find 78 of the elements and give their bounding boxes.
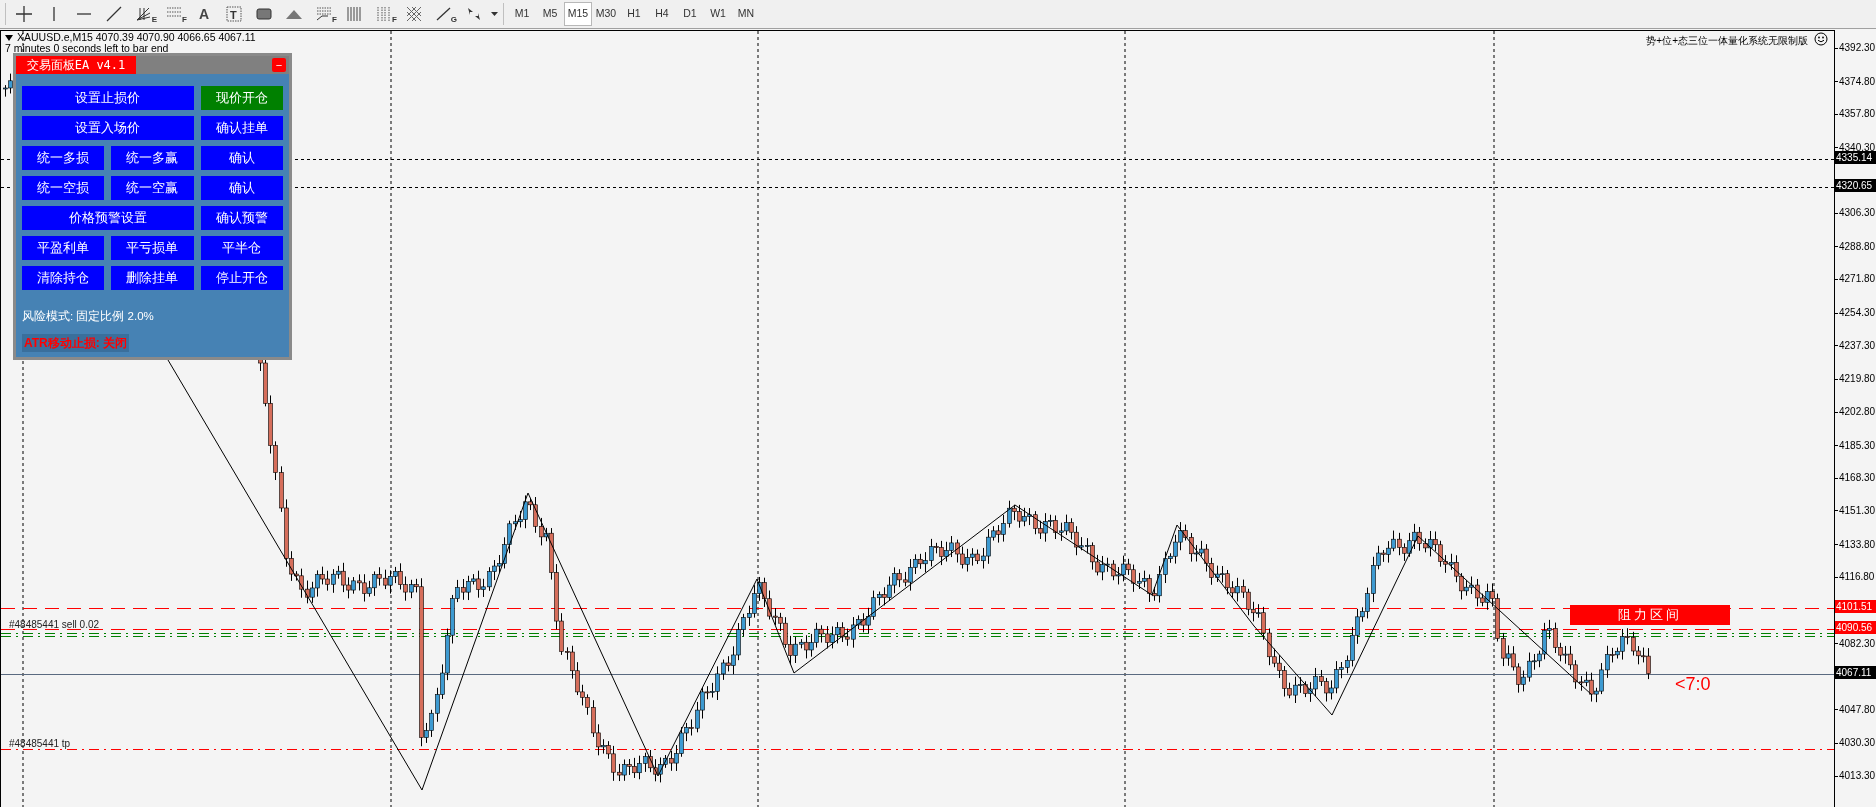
textlabel-icon	[224, 4, 244, 24]
signal-text: <7:0	[1675, 673, 1711, 696]
price-marker: 4335.14	[1835, 151, 1876, 165]
timeframe-button[interactable]: D1	[676, 2, 704, 26]
atr-status-text: ATR移动止损: 关闭	[22, 334, 130, 353]
price-tick-label: 4030.30	[1839, 737, 1876, 750]
price-tick-label: 4151.30	[1839, 504, 1876, 517]
panel-button[interactable]: 统一空损	[22, 176, 105, 200]
cycles-icon	[344, 4, 364, 24]
panel-button[interactable]: 设置入场价	[22, 116, 194, 140]
timeframe-button[interactable]: M15	[564, 2, 592, 26]
text-tool-button[interactable]: A	[189, 1, 219, 27]
price-tick-label: 4306.30	[1839, 207, 1876, 220]
panel-button[interactable]: 价格预警设置	[22, 206, 194, 230]
timeframe-button[interactable]: M1	[508, 2, 536, 26]
panel-button[interactable]: 确认预警	[200, 206, 283, 230]
price-tick-label: 4254.30	[1839, 307, 1876, 320]
system-name: 势+位+态三位一体量化系统无限制版	[1646, 34, 1808, 48]
price-tick-label: 4168.30	[1839, 472, 1876, 485]
timeframe-button[interactable]: H1	[620, 2, 648, 26]
resistance-zone-label: 阻力区间	[1570, 605, 1730, 625]
price-tick-label: 4357.80	[1839, 108, 1876, 121]
panel-button[interactable]: 删除挂单	[111, 266, 194, 290]
price-tick-label: 4340.30	[1839, 141, 1876, 153]
grid-icon	[404, 4, 424, 24]
price-marker: 4101.51	[1835, 600, 1876, 614]
panel-button[interactable]: 清除持仓	[22, 266, 105, 290]
vline-icon	[52, 7, 56, 21]
panel-button[interactable]: 平盈利单	[22, 236, 105, 260]
price-marker: 4320.65	[1835, 179, 1876, 193]
panel-button[interactable]: 统一空赢	[111, 176, 194, 200]
collapse-arrow-icon[interactable]	[5, 35, 13, 41]
price-tick-label: 4047.80	[1839, 703, 1876, 716]
panel-button[interactable]: 确认挂单	[200, 116, 283, 140]
timeframe-button[interactable]: MN	[732, 2, 760, 26]
panel-button[interactable]: 平半仓	[200, 236, 283, 260]
price-tick-label: 4082.30	[1839, 637, 1876, 650]
order-label: #48485441 sell 0.02	[9, 618, 100, 632]
price-marker: 4067.11	[1835, 666, 1876, 680]
minimize-button[interactable]: −	[272, 58, 286, 72]
gannline-tool-button[interactable]: G	[429, 1, 459, 27]
panel-button[interactable]: 统一多赢	[111, 146, 194, 170]
fibo-tool-button[interactable]: F	[309, 1, 339, 27]
price-tick-label: 4013.30	[1839, 770, 1876, 783]
textlabel-tool-button[interactable]: T	[219, 1, 249, 27]
price-tick-label: 4202.80	[1839, 406, 1876, 418]
timezones-tool-button[interactable]: F	[369, 1, 399, 27]
panel-title: 交易面板EA v4.1	[16, 56, 136, 74]
price-tick-label: 4392.30	[1839, 42, 1876, 54]
panel-button[interactable]: 确认	[200, 146, 283, 170]
hline-icon	[77, 12, 91, 16]
symbol-info: XAUUSD.e,M15 4070.39 4070.90 4066.65 4067.11	[17, 31, 256, 44]
price-tick-label: 4288.80	[1839, 240, 1876, 253]
panel-button[interactable]: 统一多损	[22, 146, 105, 170]
panel-button[interactable]: 确认	[200, 176, 283, 200]
panel-button[interactable]: 平亏损单	[111, 236, 194, 260]
price-tick-label: 4237.30	[1839, 339, 1876, 352]
price-tick-label: 4219.80	[1839, 373, 1876, 386]
price-tick-label: 4133.80	[1839, 538, 1876, 551]
price-tick-label: 4374.80	[1839, 75, 1876, 88]
price-tick-label: 4185.30	[1839, 439, 1876, 452]
panel-button[interactable]: 现价开仓	[200, 86, 283, 110]
crosshair-icon	[14, 4, 34, 24]
fan-tool-button[interactable]: E	[129, 1, 159, 27]
panel-button[interactable]: 设置止损价	[22, 86, 194, 110]
price-tick-label: 4116.80	[1839, 571, 1875, 584]
channel-tool-button[interactable]: F	[159, 1, 189, 27]
timeframe-button[interactable]: M5	[536, 2, 564, 26]
risk-mode-text: 风险模式: 固定比例 2.0%	[22, 309, 155, 324]
panel-button[interactable]: 停止开仓	[200, 266, 283, 290]
trendline-icon	[104, 4, 124, 24]
timeframe-button[interactable]: M30	[592, 2, 620, 26]
timeframe-button[interactable]: W1	[704, 2, 732, 26]
price-marker: 4090.56	[1835, 621, 1876, 635]
countdown-text: 7 minutes 0 seconds left to bar end	[5, 42, 169, 56]
timeframe-button[interactable]: H4	[648, 2, 676, 26]
order-label: #48485441 tp	[9, 737, 71, 751]
price-tick-label: 4271.80	[1839, 273, 1876, 286]
